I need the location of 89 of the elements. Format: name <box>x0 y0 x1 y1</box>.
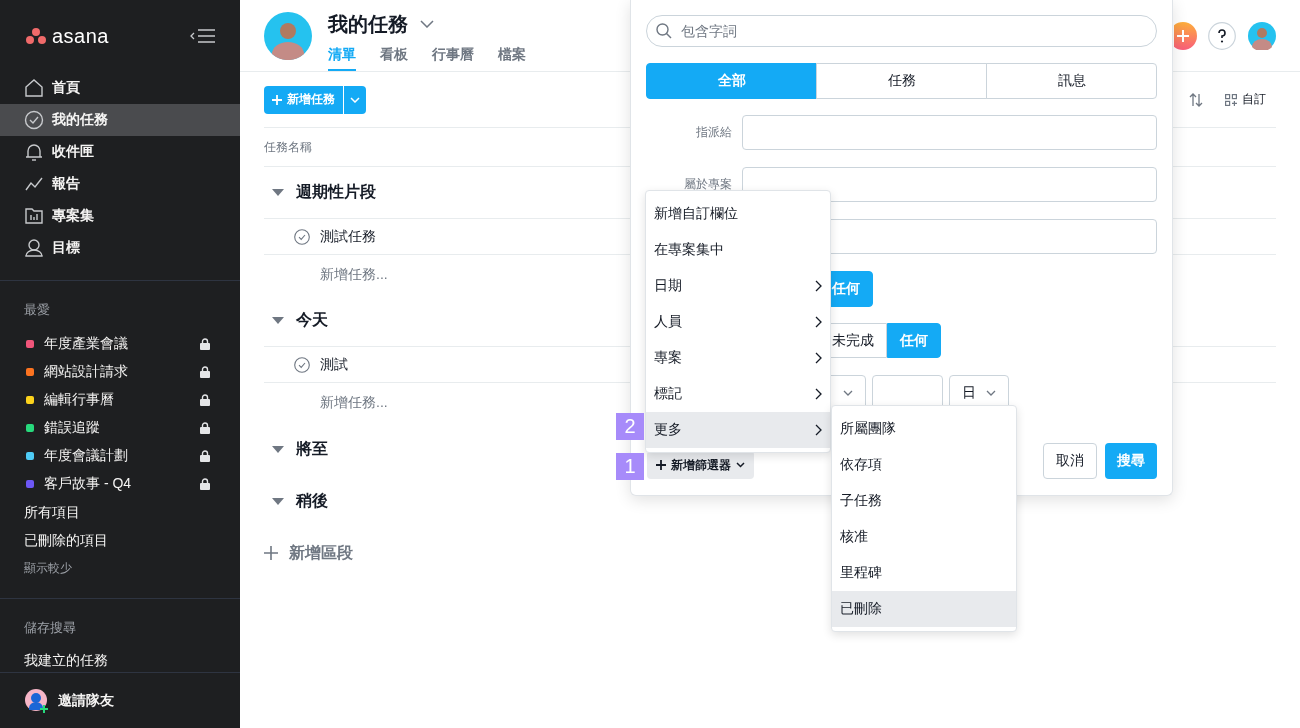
nav-item[interactable]: 我的任務 <box>0 104 240 136</box>
plus-icon <box>656 460 666 470</box>
section-title: 週期性片段 <box>296 182 376 202</box>
menu-item[interactable]: 新增自訂欄位 <box>646 196 830 232</box>
menu-item[interactable]: 標記 <box>646 376 830 412</box>
section-title: 今天 <box>296 310 328 330</box>
step-number: 1 <box>616 453 644 480</box>
task-name[interactable]: 測試 <box>320 355 348 374</box>
nav-item[interactable]: 收件匣 <box>0 136 240 168</box>
input-field[interactable] <box>742 115 1157 150</box>
nav-item[interactable]: 報告 <box>0 168 240 200</box>
add-filter-button[interactable]: 新增篩選器 <box>647 451 754 479</box>
project-name: 年度會議計劃 <box>44 447 129 465</box>
customize-button[interactable]: 自訂 <box>1225 91 1266 108</box>
add-task-dropdown-button[interactable] <box>344 85 366 114</box>
nav-item[interactable]: 首頁 <box>0 72 240 104</box>
add-task-link[interactable]: 新增任務... <box>320 394 388 412</box>
project-name: 網站設計請求 <box>44 363 129 381</box>
project-name: 錯誤追蹤 <box>44 419 101 437</box>
add-section-button[interactable]: 新增區段 <box>264 527 353 579</box>
folder-icon <box>24 206 44 226</box>
chevron-down-icon <box>843 389 853 396</box>
project-name: 客戶故事 - Q4 <box>44 475 133 493</box>
search-icon <box>656 23 672 39</box>
home-icon <box>24 78 44 98</box>
expand-triangle-icon[interactable] <box>272 189 284 196</box>
grid-plus-icon <box>1225 93 1237 106</box>
chevron-down-icon[interactable] <box>420 20 434 28</box>
logo-text: asana <box>52 24 109 48</box>
chevron-down-icon <box>986 389 996 396</box>
favorite-project[interactable]: 年度產業會議 <box>0 330 240 358</box>
logo-icon <box>26 28 46 44</box>
step-number: 2 <box>616 413 644 440</box>
menu-item[interactable]: 核准 <box>832 519 1016 555</box>
sidebar-link[interactable]: 已刪除的項目 <box>0 526 240 554</box>
favorite-project[interactable]: 網站設計請求 <box>0 358 240 386</box>
avatar[interactable] <box>1248 21 1276 50</box>
favorite-project[interactable]: 客戶故事 - Q4 <box>0 470 240 498</box>
project-name: 年度產業會議 <box>44 335 129 353</box>
project-name: 編輯行事曆 <box>44 391 115 409</box>
check-circle-icon <box>24 110 44 130</box>
add-icon[interactable] <box>1174 21 1197 50</box>
menu-item[interactable]: 依存項 <box>832 447 1016 483</box>
task-name[interactable]: 測試任務 <box>320 227 376 246</box>
menu-item[interactable]: 子任務 <box>832 483 1016 519</box>
section-heading: 儲存搜尋 <box>23 619 77 637</box>
view-tab[interactable]: 檔案 <box>498 38 526 71</box>
search-field[interactable]: 包含字詞 <box>646 15 1157 47</box>
sort-icon[interactable] <box>1189 92 1203 107</box>
complete-check-icon[interactable] <box>294 228 310 245</box>
view-tab[interactable]: 行事曆 <box>432 38 474 71</box>
field-label: 屬於專案 <box>683 176 733 193</box>
nav-item[interactable]: 專案集 <box>0 200 240 232</box>
caret-icon <box>736 462 745 468</box>
expand-triangle-icon[interactable] <box>272 317 284 324</box>
expand-triangle-icon[interactable] <box>272 497 284 505</box>
saved-search[interactable]: 我建立的任務 <box>0 648 240 672</box>
person-icon <box>24 238 44 258</box>
help-icon[interactable] <box>1208 21 1236 50</box>
complete-check-icon[interactable] <box>294 356 310 373</box>
menu-item[interactable]: 所屬團隊 <box>832 411 1016 447</box>
sidebar-link[interactable]: 所有項目 <box>0 498 240 526</box>
section-title: 將至 <box>296 438 328 459</box>
section-heading: 最愛 <box>23 301 51 319</box>
menu-item[interactable]: 已刪除 <box>832 591 1016 627</box>
favorite-project[interactable]: 編輯行事曆 <box>0 386 240 414</box>
menu-item[interactable]: 里程碑 <box>832 555 1016 591</box>
favorite-project[interactable]: 年度會議計劃 <box>0 442 240 470</box>
add-task-link[interactable]: 新增任務... <box>320 266 388 284</box>
scope-tab[interactable]: 任務 <box>816 63 987 99</box>
cancel-button[interactable]: 取消 <box>1043 443 1097 479</box>
bell-icon <box>24 142 44 162</box>
caret-icon <box>350 96 360 103</box>
favorite-project[interactable]: 錯誤追蹤 <box>0 414 240 442</box>
menu-item[interactable]: 在專案集中 <box>646 232 830 268</box>
view-tab[interactable]: 看板 <box>380 38 408 71</box>
invite-teammates-link[interactable]: 邀請隊友 <box>58 691 114 710</box>
plus-icon <box>264 546 278 560</box>
section-title: 稍後 <box>296 490 328 511</box>
collapse-sidebar-icon[interactable] <box>190 29 216 43</box>
nav-item[interactable]: 目標 <box>0 232 240 264</box>
scope-tab[interactable]: 訊息 <box>986 63 1157 99</box>
expand-triangle-icon[interactable] <box>272 445 284 453</box>
page-title: 我的任務 <box>328 11 408 37</box>
show-less-link[interactable]: 顯示較少 <box>0 554 240 582</box>
menu-item[interactable]: 更多 <box>646 412 830 448</box>
avatar <box>264 12 312 60</box>
invite-icon <box>24 687 50 714</box>
plus-icon <box>272 94 282 105</box>
